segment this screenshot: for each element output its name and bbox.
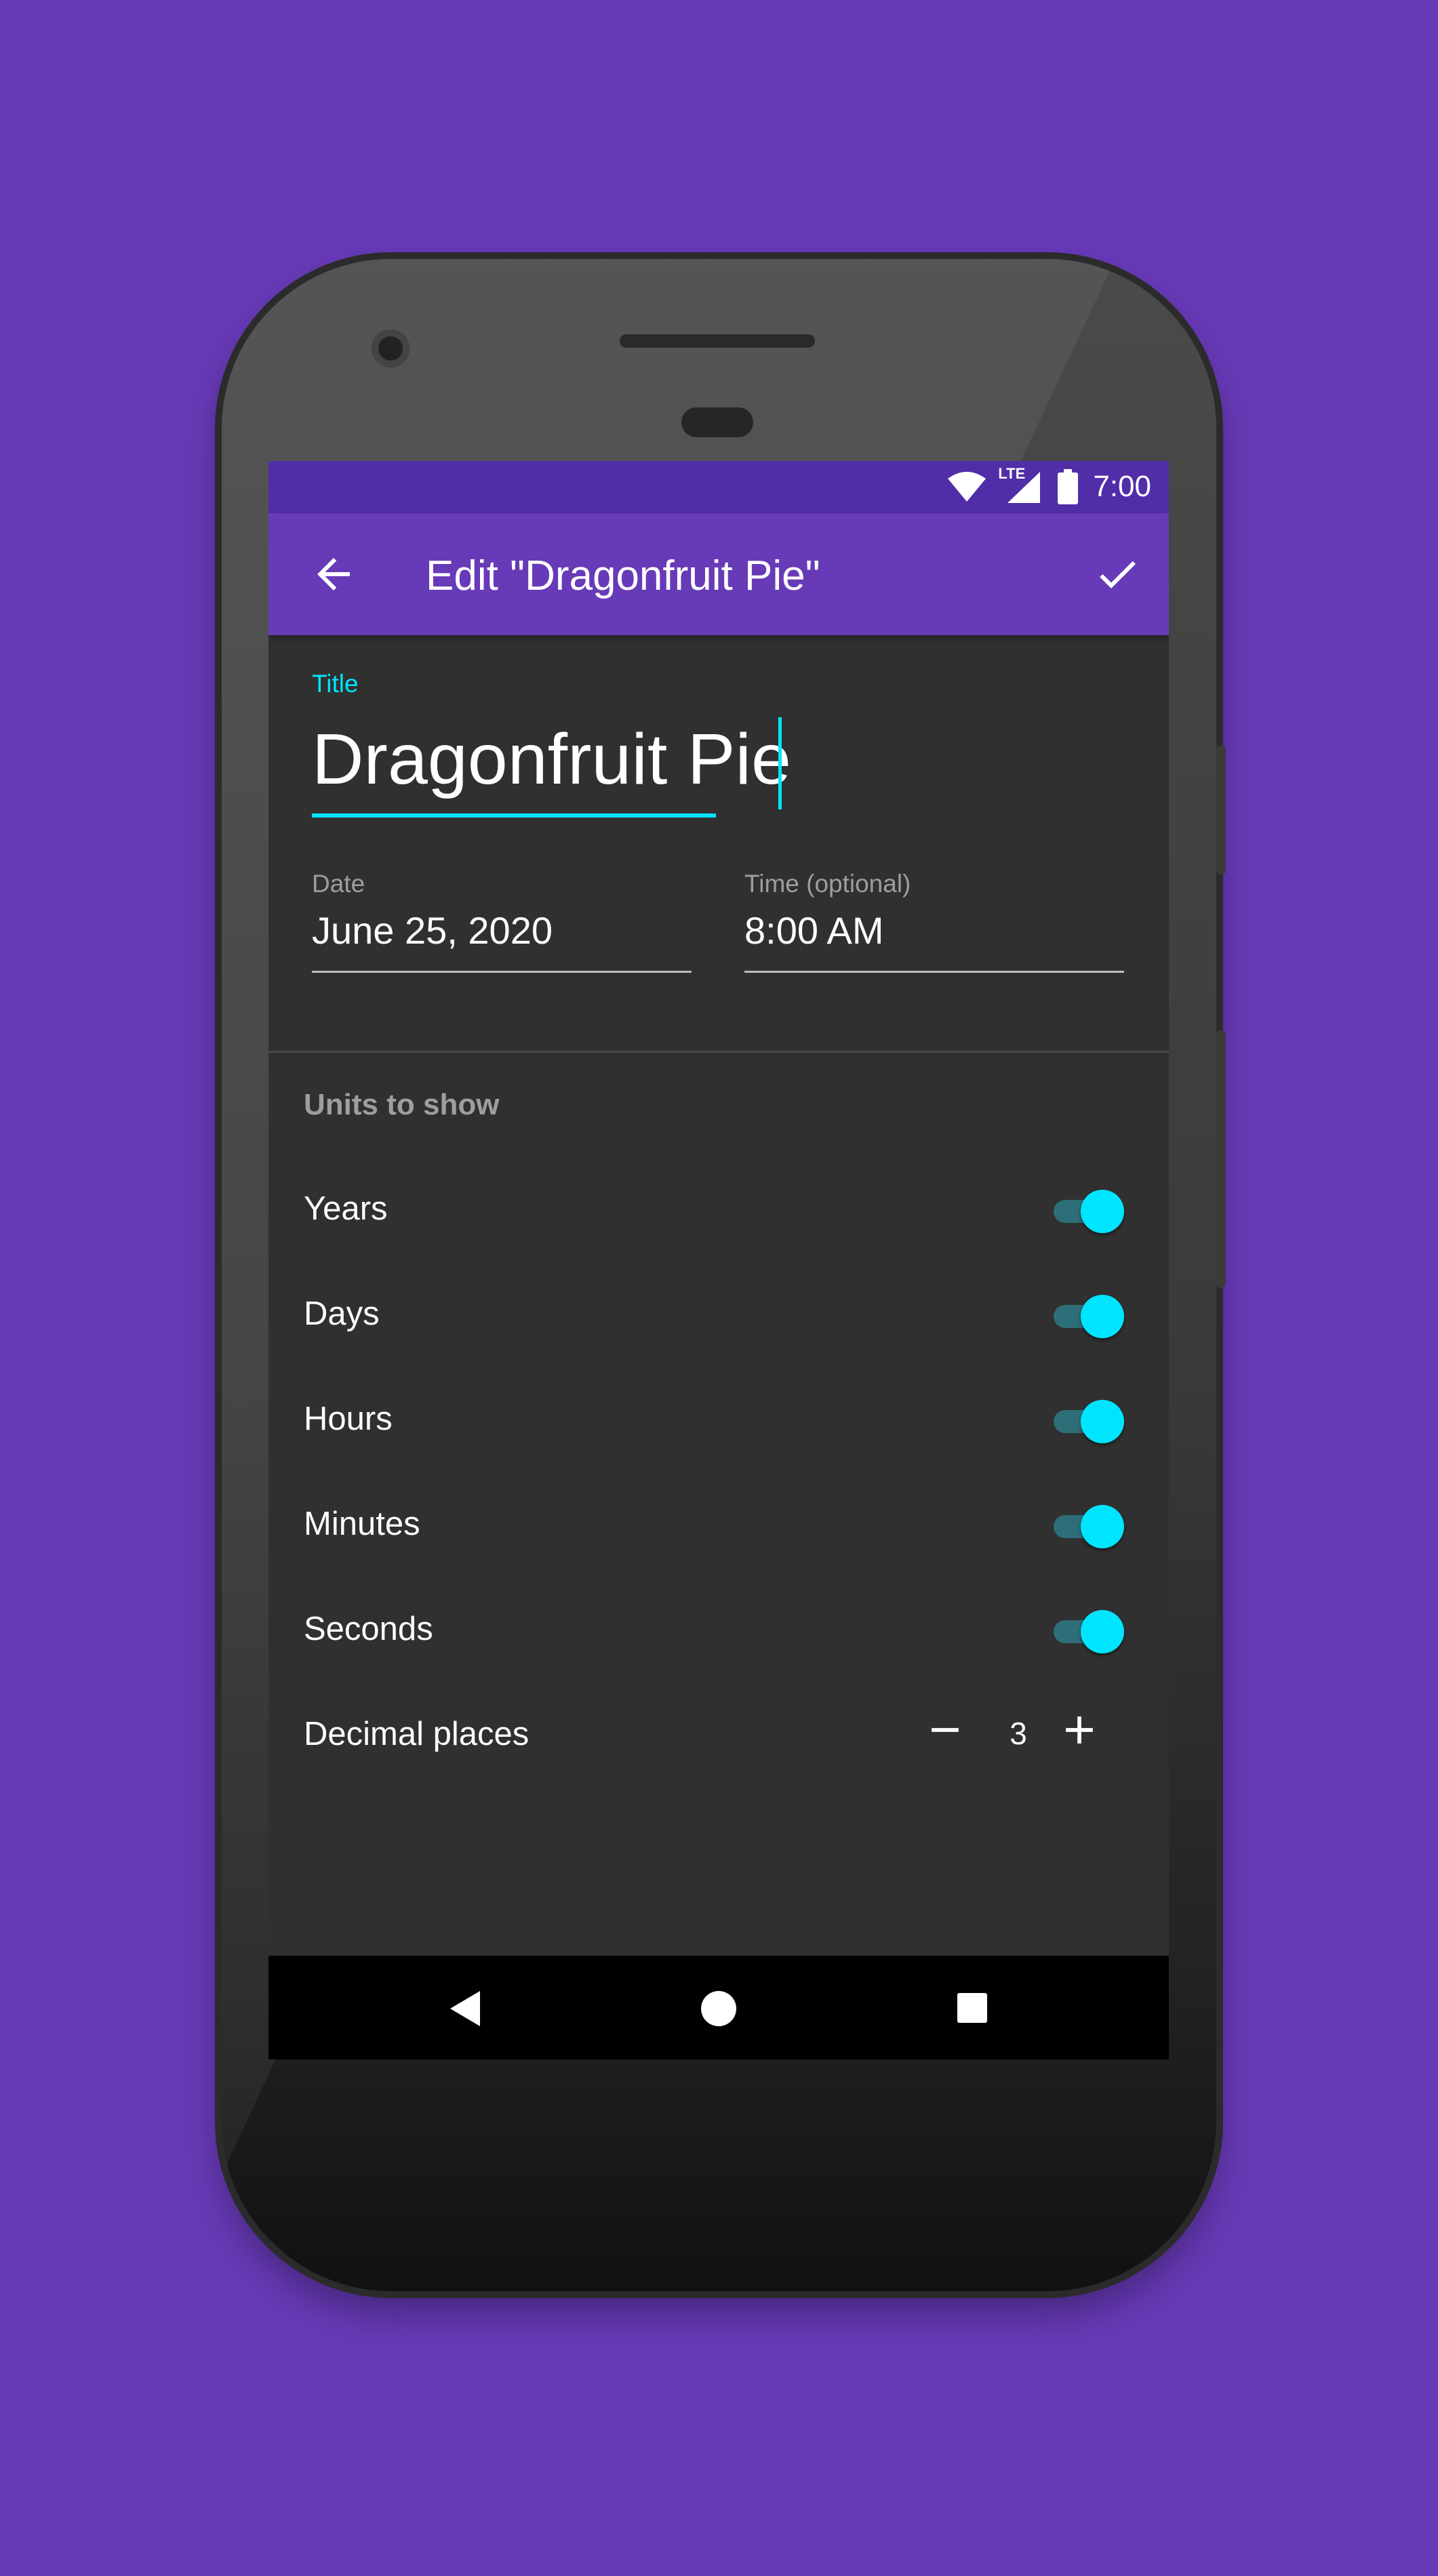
app-toolbar: Edit "Dragonfruit Pie" — [268, 513, 1169, 635]
decimal-places-label: Decimal places — [304, 1716, 530, 1752]
switch-thumb — [1081, 1610, 1124, 1653]
recents-square-icon[interactable] — [956, 1992, 988, 2024]
section-divider — [268, 1051, 1169, 1053]
title-field-label: Title — [312, 670, 359, 698]
switch-thumb — [1081, 1505, 1124, 1548]
status-bar: LTE 7:00 — [268, 461, 1169, 513]
decimal-places-value: 3 — [1010, 1716, 1027, 1751]
unit-label: Minutes — [304, 1506, 420, 1542]
arrow-back-icon[interactable] — [309, 550, 358, 599]
minutes-switch[interactable] — [1052, 1502, 1127, 1550]
date-field-label: Date — [312, 870, 365, 898]
days-switch[interactable] — [1052, 1291, 1127, 1340]
date-input[interactable]: June 25, 2020 — [312, 908, 692, 969]
app-screen: LTE 7:00 Edit "Dragonfruit Pie" Title Dr… — [268, 461, 1169, 2059]
switch-thumb — [1081, 1400, 1124, 1443]
hours-switch[interactable] — [1052, 1396, 1127, 1445]
date-input-underline — [312, 971, 692, 973]
unit-label: Days — [304, 1295, 380, 1332]
date-input-value: June 25, 2020 — [312, 909, 553, 952]
proximity-sensor — [681, 407, 753, 437]
time-input[interactable]: 8:00 AM — [744, 908, 1124, 969]
signal-icon: LTE — [998, 465, 1043, 504]
unit-label: Seconds — [304, 1611, 433, 1647]
system-nav-bar — [268, 1956, 1169, 2059]
status-time: 7:00 — [1093, 470, 1151, 503]
units-section-heading: Units to show — [304, 1088, 500, 1121]
volume-button[interactable] — [1216, 746, 1226, 874]
wifi-icon — [948, 472, 986, 502]
switch-thumb — [1081, 1295, 1124, 1338]
earpiece-speaker — [617, 331, 818, 350]
title-input-underline — [312, 813, 716, 818]
network-type-label: LTE — [998, 465, 1026, 482]
switch-thumb — [1081, 1190, 1124, 1233]
minus-icon[interactable] — [922, 1707, 968, 1753]
time-input-underline — [744, 971, 1124, 973]
check-icon[interactable] — [1093, 550, 1142, 599]
unit-label: Hours — [304, 1401, 393, 1437]
unit-label: Years — [304, 1190, 388, 1227]
time-field-label: Time (optional) — [744, 870, 911, 898]
toolbar-title: Edit "Dragonfruit Pie" — [426, 552, 820, 599]
time-input-value: 8:00 AM — [744, 909, 884, 952]
home-circle-icon[interactable] — [700, 1990, 738, 2028]
title-input-value: Dragonfruit Pie — [312, 719, 792, 799]
front-camera — [372, 329, 410, 367]
battery-icon — [1058, 469, 1079, 504]
years-switch[interactable] — [1052, 1186, 1127, 1235]
title-input[interactable]: Dragonfruit Pie — [312, 719, 791, 807]
power-button[interactable] — [1216, 1030, 1226, 1288]
text-cursor — [778, 717, 782, 809]
back-triangle-icon[interactable] — [446, 1988, 484, 2029]
seconds-switch[interactable] — [1052, 1607, 1127, 1655]
plus-icon[interactable] — [1056, 1707, 1102, 1753]
